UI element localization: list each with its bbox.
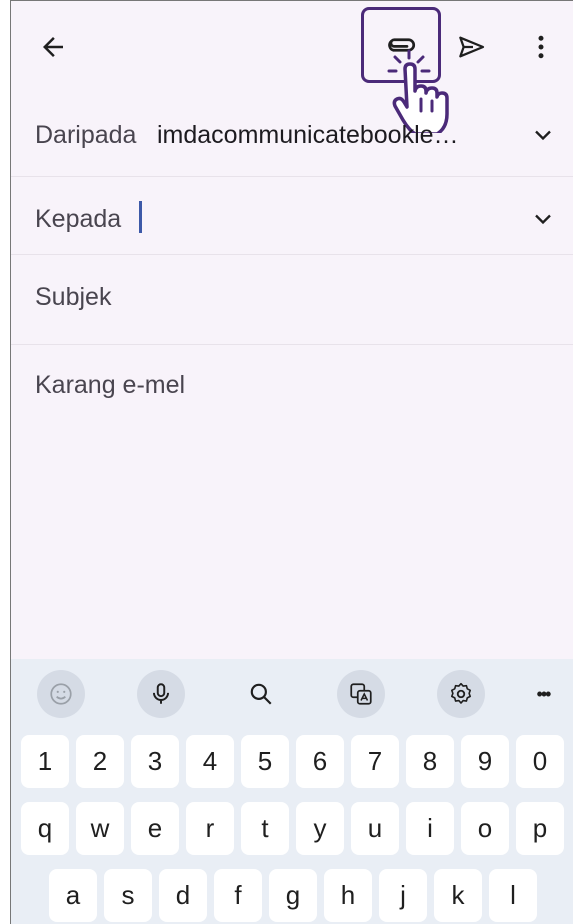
- emoji-icon: [50, 683, 72, 705]
- top-app-bar: [11, 1, 573, 133]
- key-o[interactable]: o: [461, 802, 509, 855]
- more-horiz-button[interactable]: •••: [519, 670, 567, 718]
- key-t[interactable]: t: [241, 802, 289, 855]
- key-e[interactable]: e: [131, 802, 179, 855]
- key-d[interactable]: d: [159, 869, 207, 922]
- to-field[interactable]: Kepada: [11, 177, 573, 255]
- more-horiz-icon: •••: [536, 683, 552, 704]
- chevron-down-icon[interactable]: [529, 121, 557, 149]
- key-l[interactable]: l: [489, 869, 537, 922]
- key-8[interactable]: 8: [406, 735, 454, 788]
- compose-screen: Daripada imdacommunicatebookle… Kepada S…: [10, 0, 573, 924]
- key-p[interactable]: p: [516, 802, 564, 855]
- search-button[interactable]: [237, 670, 285, 718]
- more-vert-icon: [538, 35, 544, 59]
- translate-button[interactable]: [337, 670, 385, 718]
- chevron-down-icon[interactable]: [529, 205, 557, 233]
- key-3[interactable]: 3: [131, 735, 179, 788]
- send-icon: [459, 36, 485, 58]
- settings-icon: [450, 682, 472, 704]
- key-0[interactable]: 0: [516, 735, 564, 788]
- search-icon: [250, 683, 272, 705]
- key-h[interactable]: h: [324, 869, 372, 922]
- subject-field[interactable]: Subjek: [11, 255, 573, 345]
- key-4[interactable]: 4: [186, 735, 234, 788]
- key-w[interactable]: w: [76, 802, 124, 855]
- settings-button[interactable]: [437, 670, 485, 718]
- key-6[interactable]: 6: [296, 735, 344, 788]
- keyboard-toolbar: •••: [11, 659, 573, 725]
- compose-body-placeholder[interactable]: Karang e-mel: [35, 371, 185, 400]
- key-r[interactable]: r: [186, 802, 234, 855]
- from-label: Daripada: [35, 121, 137, 149]
- voice-input-button[interactable]: [137, 670, 185, 718]
- arrow-left-icon: [43, 37, 63, 57]
- text-cursor: [139, 201, 142, 233]
- key-i[interactable]: i: [406, 802, 454, 855]
- key-2[interactable]: 2: [76, 735, 124, 788]
- send-button[interactable]: [449, 25, 493, 69]
- key-f[interactable]: f: [214, 869, 262, 922]
- from-value: imdacommunicatebookle…: [157, 121, 459, 149]
- subject-placeholder: Subjek: [35, 283, 112, 311]
- key-5[interactable]: 5: [241, 735, 289, 788]
- key-1[interactable]: 1: [21, 735, 69, 788]
- back-button[interactable]: [31, 27, 75, 67]
- to-label: Kepada: [35, 205, 122, 233]
- key-u[interactable]: u: [351, 802, 399, 855]
- key-y[interactable]: y: [296, 802, 344, 855]
- from-field[interactable]: Daripada imdacommunicatebookle…: [11, 93, 573, 177]
- key-7[interactable]: 7: [351, 735, 399, 788]
- key-q[interactable]: q: [21, 802, 69, 855]
- key-j[interactable]: j: [379, 869, 427, 922]
- key-9[interactable]: 9: [461, 735, 509, 788]
- key-k[interactable]: k: [434, 869, 482, 922]
- key-g[interactable]: g: [269, 869, 317, 922]
- microphone-icon: [152, 683, 170, 704]
- key-s[interactable]: s: [104, 869, 152, 922]
- emoji-button[interactable]: [37, 670, 85, 718]
- more-options-button[interactable]: [519, 25, 563, 69]
- key-a[interactable]: a: [49, 869, 97, 922]
- keyboard: ••• 1234567890 qwertyuiop asdfghjkl: [11, 659, 573, 924]
- translate-icon: [350, 683, 372, 705]
